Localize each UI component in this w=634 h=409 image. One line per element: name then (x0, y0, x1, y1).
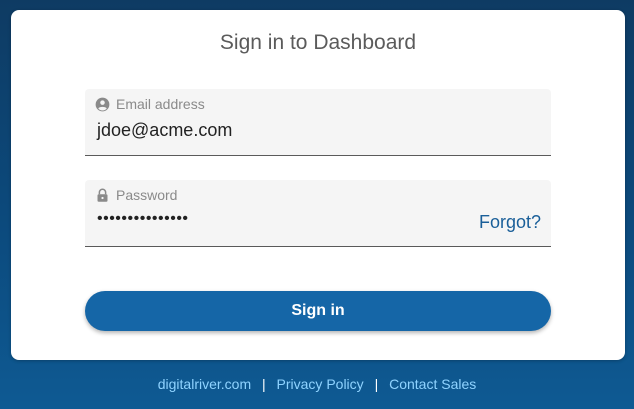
sign-in-button[interactable]: Sign in (85, 291, 551, 331)
login-card: Sign in to Dashboard Email address jdoe@… (11, 10, 625, 360)
email-field[interactable]: Email address jdoe@acme.com (85, 89, 551, 156)
password-label-row: Password (95, 187, 177, 203)
footer-separator: | (374, 376, 379, 392)
email-label: Email address (116, 96, 205, 112)
lock-icon (95, 188, 110, 203)
page-title: Sign in to Dashboard (219, 31, 417, 54)
footer-link-digitalriver[interactable]: digitalriver.com (158, 376, 251, 392)
password-input[interactable]: ••••••••••••••• (97, 210, 189, 228)
account-circle-icon (95, 97, 110, 112)
footer-link-contact-sales[interactable]: Contact Sales (389, 376, 476, 392)
password-field[interactable]: Password ••••••••••••••• Forgot? (85, 180, 551, 247)
footer-links: digitalriver.com | Privacy Policy | Cont… (0, 376, 634, 392)
footer-separator: | (262, 376, 266, 392)
email-input[interactable]: jdoe@acme.com (97, 120, 232, 141)
footer-link-privacy-policy[interactable]: Privacy Policy (277, 376, 364, 392)
password-label: Password (116, 187, 178, 203)
forgot-password-link[interactable]: Forgot? (479, 212, 541, 233)
email-label-row: Email address (95, 96, 205, 112)
